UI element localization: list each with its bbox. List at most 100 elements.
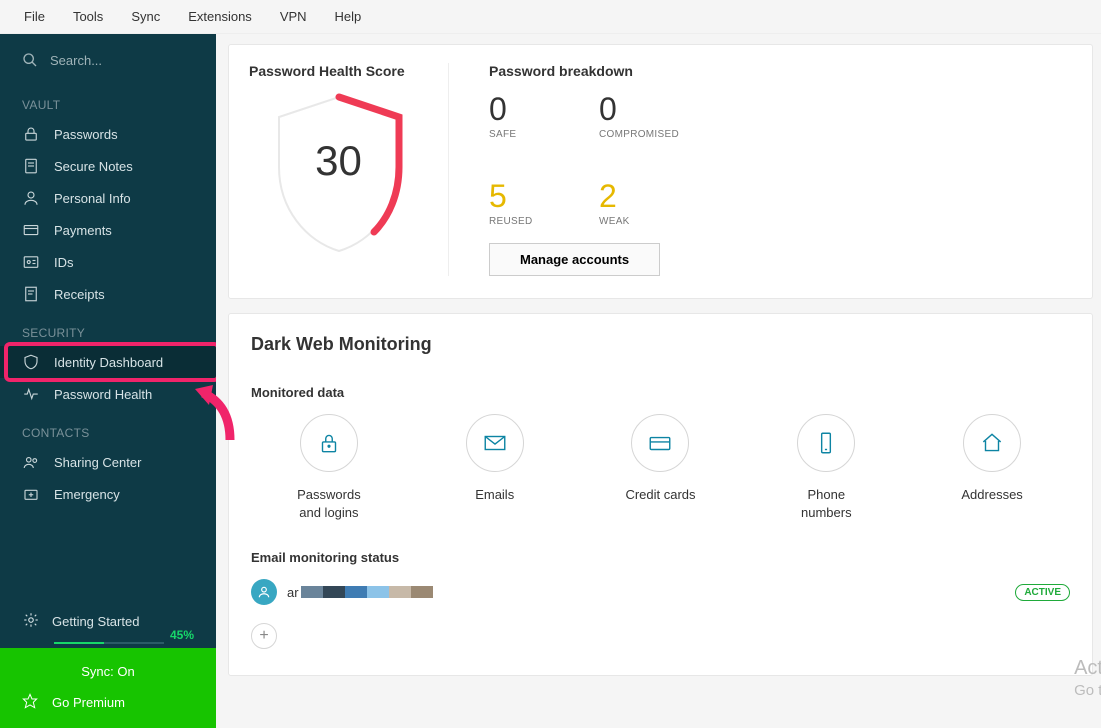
- section-security-label: SECURITY: [0, 310, 216, 346]
- mask-segment: [345, 586, 367, 598]
- avatar-icon: [251, 579, 277, 605]
- sidebar-item-payments[interactable]: Payments: [0, 214, 216, 246]
- sidebar-bottom: Sync: On Go Premium: [0, 648, 216, 728]
- card-icon: [22, 221, 40, 239]
- monitored-label: Emails: [417, 486, 573, 504]
- sidebar-item-receipts[interactable]: Receipts: [0, 278, 216, 310]
- monitored-credit-cards[interactable]: Credit cards: [583, 414, 739, 522]
- monitored-label: Credit cards: [583, 486, 739, 504]
- lock-icon: [316, 430, 342, 456]
- monitored-row: Passwords and logins Emails Credit cards…: [251, 414, 1070, 522]
- sidebar-item-emergency[interactable]: Emergency: [0, 478, 216, 510]
- mail-icon: [482, 430, 508, 456]
- go-premium[interactable]: Go Premium: [0, 687, 216, 718]
- breakdown-num: 5: [489, 180, 559, 212]
- sparkle-icon: [22, 611, 40, 632]
- monitored-label: Addresses: [914, 486, 1070, 504]
- sidebar-item-label: Passwords: [54, 127, 118, 142]
- mask-segment: [367, 586, 389, 598]
- star-icon: [22, 693, 38, 712]
- mask-segment: [411, 586, 433, 598]
- breakdown-reused: 5 REUSED: [489, 180, 559, 227]
- people-icon: [22, 453, 40, 471]
- sidebar-item-label: IDs: [54, 255, 74, 270]
- menu-tools[interactable]: Tools: [59, 1, 117, 32]
- breakdown-weak: 2 WEAK: [599, 180, 669, 227]
- section-contacts-label: CONTACTS: [0, 410, 216, 446]
- password-breakdown: Password breakdown 0 SAFE 0 COMPROMISED …: [479, 63, 1072, 276]
- sidebar-item-passwords[interactable]: Passwords: [0, 118, 216, 150]
- id-icon: [22, 253, 40, 271]
- active-badge: ACTIVE: [1015, 584, 1070, 601]
- mask-segment: [389, 586, 411, 598]
- lock-icon: [22, 125, 40, 143]
- breakdown-num: 0: [489, 93, 559, 125]
- sidebar-item-label: Password Health: [54, 387, 152, 402]
- dwm-title: Dark Web Monitoring: [251, 334, 1070, 355]
- search-input[interactable]: Search...: [0, 34, 216, 82]
- sidebar-item-label: Sharing Center: [54, 455, 141, 470]
- sidebar-item-label: Identity Dashboard: [54, 355, 163, 370]
- add-email-button[interactable]: +: [251, 623, 277, 649]
- phs-title: Password Health Score: [249, 63, 428, 79]
- sync-status[interactable]: Sync: On: [0, 658, 216, 687]
- sidebar-item-personal-info[interactable]: Personal Info: [0, 182, 216, 214]
- sidebar-item-identity-dashboard[interactable]: Identity Dashboard: [0, 346, 216, 378]
- sidebar-item-label: Emergency: [54, 487, 120, 502]
- emergency-icon: [22, 485, 40, 503]
- menu-sync[interactable]: Sync: [117, 1, 174, 32]
- sidebar-item-sharing-center[interactable]: Sharing Center: [0, 446, 216, 478]
- note-icon: [22, 157, 40, 175]
- menu-vpn[interactable]: VPN: [266, 1, 321, 32]
- email-status-row: ar ACTIVE: [251, 579, 1070, 605]
- getting-started-label: Getting Started: [52, 614, 139, 629]
- menu-extensions[interactable]: Extensions: [174, 1, 266, 32]
- section-vault-label: VAULT: [0, 82, 216, 118]
- sidebar-item-ids[interactable]: IDs: [0, 246, 216, 278]
- go-premium-label: Go Premium: [52, 695, 125, 710]
- breakdown-num: 2: [599, 180, 669, 212]
- card-icon: [647, 430, 673, 456]
- password-health-score: Password Health Score 30: [249, 63, 449, 276]
- breakdown-label: REUSED: [489, 216, 559, 227]
- monitored-phone-numbers[interactable]: Phone numbers: [748, 414, 904, 522]
- monitored-label: Passwords and logins: [251, 486, 407, 522]
- breakdown-num: 0: [599, 93, 679, 125]
- monitored-emails[interactable]: Emails: [417, 414, 573, 522]
- dark-web-card: Dark Web Monitoring Monitored data Passw…: [228, 313, 1093, 676]
- breakdown-safe: 0 SAFE: [489, 93, 559, 140]
- identity-dashboard-highlight: Identity Dashboard: [0, 346, 216, 378]
- sidebar-item-secure-notes[interactable]: Secure Notes: [0, 150, 216, 182]
- monitored-passwords-logins[interactable]: Passwords and logins: [251, 414, 407, 522]
- monitored-label: Phone numbers: [748, 486, 904, 522]
- breakdown-title: Password breakdown: [489, 63, 1072, 79]
- email-prefix: ar: [287, 585, 299, 600]
- monitored-addresses[interactable]: Addresses: [914, 414, 1070, 522]
- sidebar-item-label: Payments: [54, 223, 112, 238]
- score-shield: 30: [264, 89, 414, 259]
- sidebar: Search... VAULT Passwords Secure Notes P…: [0, 34, 216, 728]
- sidebar-item-label: Secure Notes: [54, 159, 133, 174]
- menu-file[interactable]: File: [10, 1, 59, 32]
- sidebar-item-password-health[interactable]: Password Health: [0, 378, 216, 410]
- manage-accounts-button[interactable]: Manage accounts: [489, 243, 660, 276]
- person-icon: [22, 189, 40, 207]
- home-icon: [979, 430, 1005, 456]
- menubar: File Tools Sync Extensions VPN Help: [0, 0, 1101, 34]
- breakdown-label: SAFE: [489, 129, 559, 140]
- getting-started-percent: 45%: [170, 628, 194, 642]
- sync-label: Sync: On: [81, 664, 134, 679]
- content-area: Password Health Score 30 Password breakd…: [216, 34, 1101, 728]
- score-number: 30: [264, 137, 414, 185]
- search-icon: [22, 52, 38, 68]
- sidebar-item-label: Personal Info: [54, 191, 131, 206]
- getting-started-progress: [54, 642, 164, 644]
- breakdown-label: COMPROMISED: [599, 129, 679, 140]
- breakdown-compromised: 0 COMPROMISED: [599, 93, 679, 140]
- breakdown-label: WEAK: [599, 216, 669, 227]
- menu-help[interactable]: Help: [321, 1, 376, 32]
- search-placeholder: Search...: [50, 53, 102, 68]
- monitored-data-label: Monitored data: [251, 385, 1070, 400]
- phone-icon: [813, 430, 839, 456]
- shield-icon: [22, 353, 40, 371]
